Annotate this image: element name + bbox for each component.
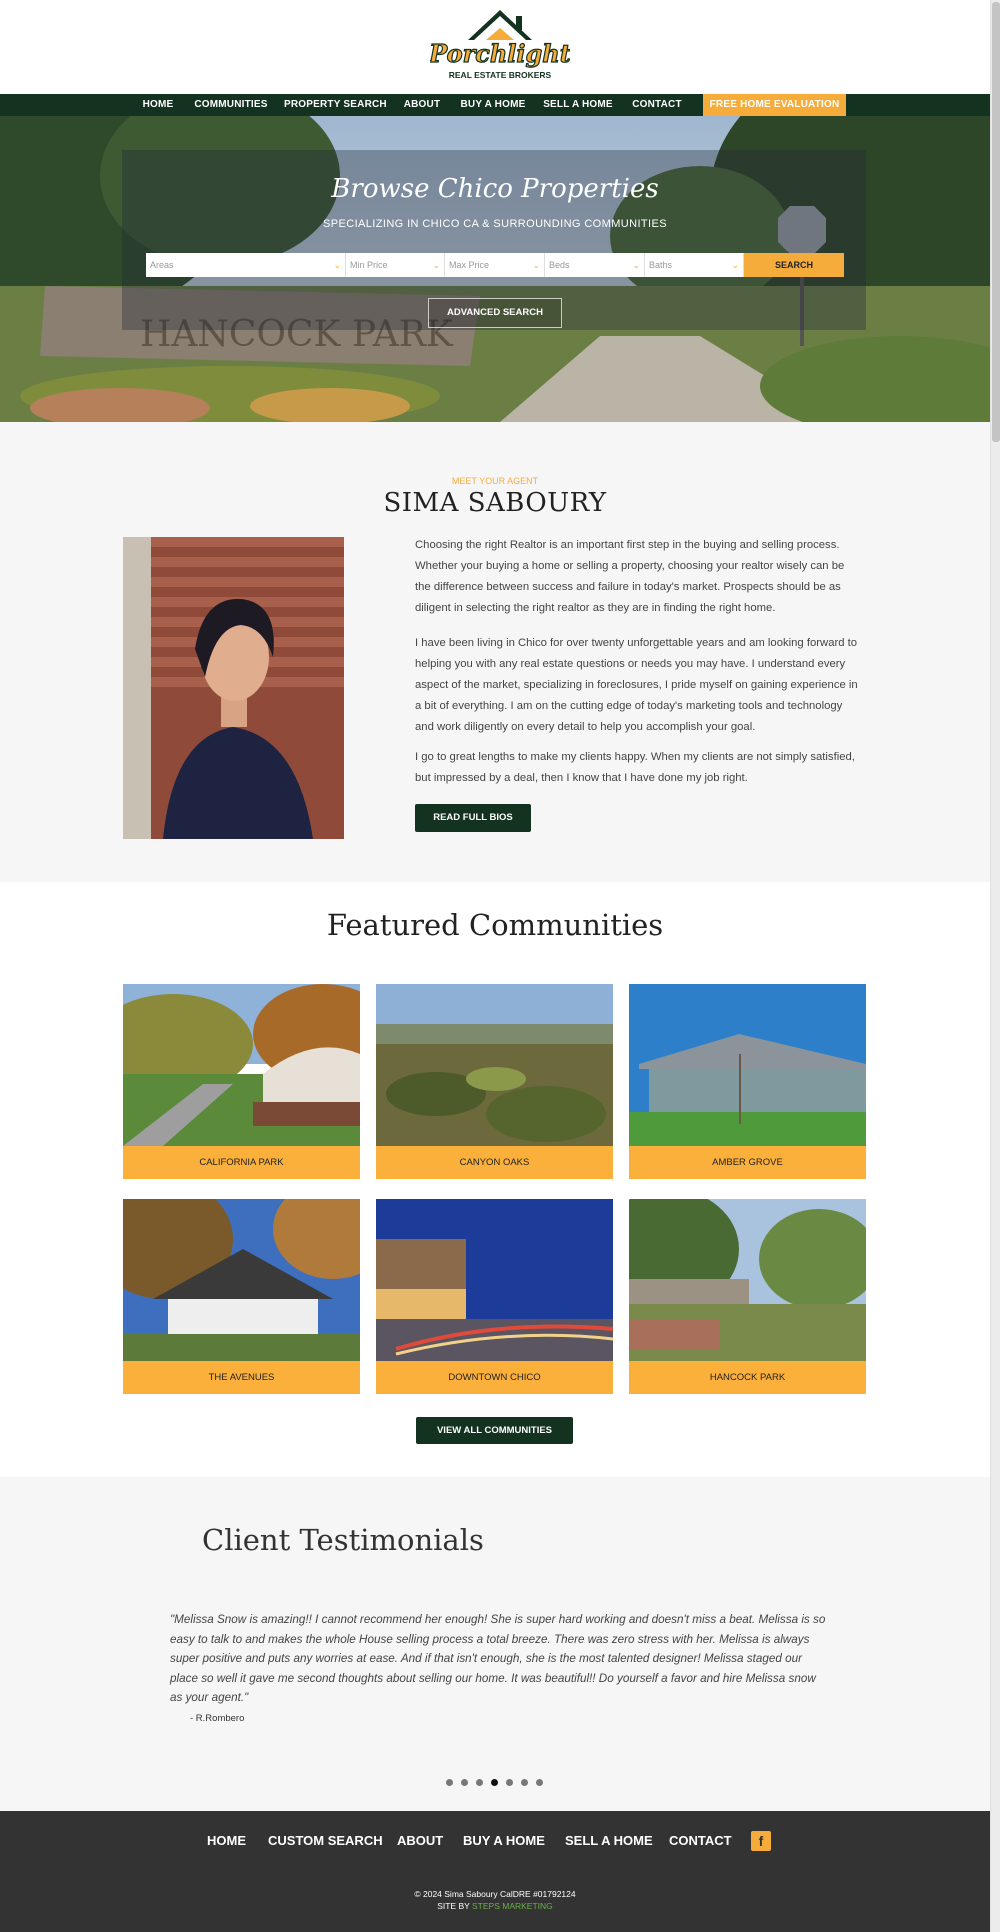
page-scrollbar[interactable] xyxy=(990,0,1000,1932)
min-price-select[interactable]: Min Price ⌄ xyxy=(346,253,445,277)
community-label: AMBER GROVE xyxy=(629,1146,866,1179)
chevron-down-icon: ⌄ xyxy=(432,260,440,270)
nav-home[interactable]: HOME xyxy=(138,94,178,116)
footer-nav-sell-a-home[interactable]: SELL A HOME xyxy=(565,1833,653,1848)
footer-nav-home[interactable]: HOME xyxy=(207,1833,246,1848)
copyright-text: © 2024 Sima Saboury CalDRE #01792124 xyxy=(414,1889,576,1899)
chevron-down-icon: ⌄ xyxy=(532,260,540,270)
chevron-down-icon: ⌄ xyxy=(731,260,739,270)
community-label: CANYON OAKS xyxy=(376,1146,613,1179)
footer: HOME CUSTOM SEARCH ABOUT BUY A HOME SELL… xyxy=(0,1811,990,1932)
carousel-dot[interactable] xyxy=(461,1779,468,1786)
agent-eyebrow: MEET YOUR AGENT xyxy=(451,476,539,486)
footer-nav-custom-search[interactable]: CUSTOM SEARCH xyxy=(268,1833,383,1848)
carousel-dot-active[interactable] xyxy=(491,1779,498,1786)
community-card-hancock-park[interactable]: HANCOCK PARK xyxy=(629,1199,866,1394)
featured-communities-title: Featured Communities xyxy=(326,908,664,942)
nav-sell-a-home[interactable]: SELL A HOME xyxy=(543,94,613,116)
community-card-canyon-oaks[interactable]: CANYON OAKS xyxy=(376,984,613,1179)
footer-nav-contact[interactable]: CONTACT xyxy=(669,1833,732,1848)
steps-marketing-link[interactable]: STEPS MARKETING xyxy=(472,1901,553,1911)
free-home-evaluation-button[interactable]: FREE HOME EVALUATION xyxy=(703,94,846,116)
agent-name: SIMA SABOURY xyxy=(383,488,607,518)
agent-bio-paragraph-2: I have been living in Chico for over twe… xyxy=(415,637,858,733)
nav-communities[interactable]: COMMUNITIES xyxy=(192,94,270,116)
carousel-dot[interactable] xyxy=(536,1779,543,1786)
svg-text:REAL ESTATE BROKERS: REAL ESTATE BROKERS xyxy=(449,70,552,80)
house-logo-icon: Porchlight REAL ESTATE BROKERS xyxy=(428,10,571,80)
search-button[interactable]: SEARCH xyxy=(744,253,844,277)
hancock-park-photo xyxy=(629,1199,866,1361)
max-price-select[interactable]: Max Price ⌄ xyxy=(445,253,545,277)
chevron-down-icon: ⌄ xyxy=(333,260,341,270)
nav-property-search[interactable]: PROPERTY SEARCH xyxy=(284,94,387,116)
scrollbar-thumb[interactable] xyxy=(992,2,1000,442)
testimonials-title: Client Testimonials xyxy=(202,1523,484,1557)
carousel-dot[interactable] xyxy=(446,1779,453,1786)
community-label: HANCOCK PARK xyxy=(629,1361,866,1394)
agent-section: MEET YOUR AGENT SIMA SABOURY Choosing th… xyxy=(0,422,990,882)
advanced-search-button[interactable]: ADVANCED SEARCH xyxy=(428,298,562,328)
facebook-icon[interactable]: f xyxy=(751,1831,771,1851)
testimonials-section: Client Testimonials "Melissa Snow is ama… xyxy=(0,1477,990,1811)
downtown-chico-photo xyxy=(376,1199,613,1361)
the-avenues-photo xyxy=(123,1199,360,1361)
agent-bio-paragraph-3: I go to great lengths to make my clients… xyxy=(415,751,855,784)
carousel-dot[interactable] xyxy=(476,1779,483,1786)
community-label: DOWNTOWN CHICO xyxy=(376,1361,613,1394)
chevron-down-icon: ⌄ xyxy=(632,260,640,270)
community-label: THE AVENUES xyxy=(123,1361,360,1394)
hero-title: Browse Chico Properties xyxy=(331,174,659,204)
amber-grove-photo xyxy=(629,984,866,1146)
site-credit: SITE BY STEPS MARKETING xyxy=(0,1901,990,1911)
beds-select[interactable]: Beds ⌄ xyxy=(545,253,645,277)
beds-label: Beds xyxy=(549,260,570,270)
porchlight-logo[interactable]: Porchlight REAL ESTATE BROKERS xyxy=(428,6,571,90)
canyon-oaks-photo xyxy=(376,984,613,1146)
testimonial-author: - R.Rombero xyxy=(190,1713,245,1724)
footer-nav-about[interactable]: ABOUT xyxy=(397,1833,443,1848)
min-price-label: Min Price xyxy=(350,260,388,270)
california-park-photo xyxy=(123,984,360,1146)
community-card-the-avenues[interactable]: THE AVENUES xyxy=(123,1199,360,1394)
nav-about[interactable]: ABOUT xyxy=(399,94,445,116)
areas-select[interactable]: Areas ⌄ xyxy=(146,253,346,277)
agent-photo xyxy=(123,537,344,839)
community-card-downtown-chico[interactable]: DOWNTOWN CHICO xyxy=(376,1199,613,1394)
footer-nav-buy-a-home[interactable]: BUY A HOME xyxy=(463,1833,545,1848)
main-nav: HOME COMMUNITIES PROPERTY SEARCH ABOUT B… xyxy=(0,94,990,116)
carousel-dot[interactable] xyxy=(521,1779,528,1786)
testimonial-quote: "Melissa Snow is amazing!! I cannot reco… xyxy=(170,1613,826,1704)
nav-contact[interactable]: CONTACT xyxy=(628,94,686,116)
community-card-amber-grove[interactable]: AMBER GROVE xyxy=(629,984,866,1179)
credit-prefix: SITE BY xyxy=(437,1901,473,1911)
hero-subtitle: SPECIALIZING IN CHICO CA & SURROUNDING C… xyxy=(323,218,667,230)
baths-label: Baths xyxy=(649,260,673,270)
read-full-bios-button[interactable]: READ FULL BIOS xyxy=(415,804,531,832)
svg-text:Porchlight: Porchlight xyxy=(430,39,570,68)
community-label: CALIFORNIA PARK xyxy=(123,1146,360,1179)
view-all-communities-button[interactable]: VIEW ALL COMMUNITIES xyxy=(416,1417,573,1444)
community-card-california-park[interactable]: CALIFORNIA PARK xyxy=(123,984,360,1179)
baths-select[interactable]: Baths ⌄ xyxy=(645,253,744,277)
nav-buy-a-home[interactable]: BUY A HOME xyxy=(458,94,528,116)
agent-bio-paragraph-1: Choosing the right Realtor is an importa… xyxy=(415,539,845,614)
areas-select-label: Areas xyxy=(150,260,174,270)
carousel-dot[interactable] xyxy=(506,1779,513,1786)
max-price-label: Max Price xyxy=(449,260,490,270)
